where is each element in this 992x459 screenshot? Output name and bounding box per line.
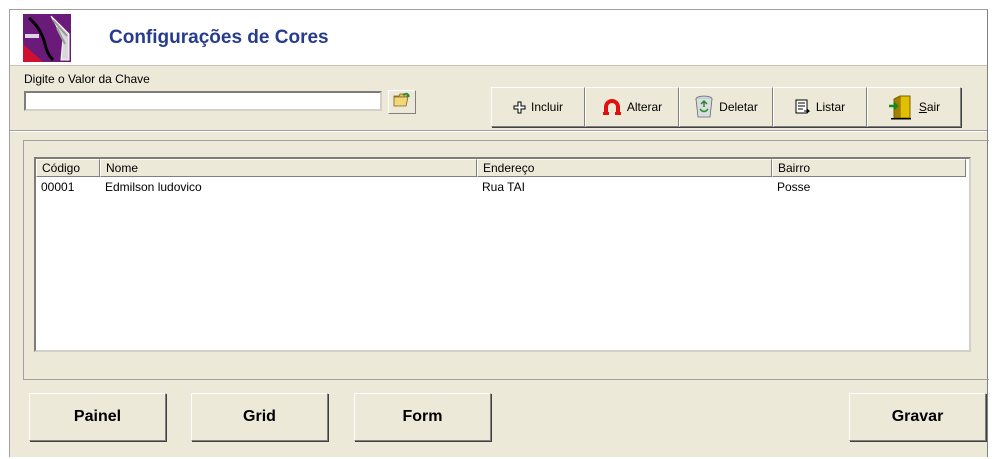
plus-icon xyxy=(513,101,526,114)
deletar-label: Deletar xyxy=(719,100,758,114)
incluir-label: Incluir xyxy=(530,100,563,114)
column-bairro[interactable]: Bairro xyxy=(772,159,966,177)
alterar-button[interactable]: Alterar xyxy=(585,87,679,127)
gravar-button[interactable]: Gravar xyxy=(849,393,986,441)
search-label: Digite o Valor da Chave xyxy=(24,72,150,86)
exit-door-icon xyxy=(888,94,914,120)
incluir-button[interactable]: Incluir xyxy=(491,87,585,127)
column-endereco[interactable]: Endereço xyxy=(477,159,772,177)
form-button[interactable]: Form xyxy=(354,393,491,441)
recycle-bin-icon xyxy=(694,95,714,119)
table-row[interactable]: 00001 Edmilson ludovico Rua TAI Posse xyxy=(36,179,969,195)
list-header: Código Nome Endereço Bairro xyxy=(36,159,969,177)
listar-label: Listar xyxy=(815,100,846,114)
deletar-button[interactable]: Deletar xyxy=(679,87,773,127)
horseshoe-icon xyxy=(602,98,622,116)
cell-bairro: Posse xyxy=(777,180,811,194)
cell-nome: Edmilson ludovico xyxy=(105,180,202,194)
header-bar: Configurações de Cores xyxy=(10,10,987,66)
page-title: Configurações de Cores xyxy=(109,27,329,48)
sair-button[interactable]: Sair xyxy=(867,87,961,127)
app-logo-icon xyxy=(23,14,71,62)
records-list[interactable]: Código Nome Endereço Bairro 00001 Edmils… xyxy=(34,157,971,352)
column-codigo[interactable]: Código xyxy=(36,159,100,177)
list-document-icon xyxy=(795,99,811,115)
main-window: Configurações de Cores Digite o Valor da… xyxy=(9,9,989,457)
column-nome[interactable]: Nome xyxy=(100,159,477,177)
cell-codigo: 00001 xyxy=(41,180,75,194)
search-input[interactable] xyxy=(24,91,382,111)
listar-button[interactable]: Listar xyxy=(773,87,867,127)
open-button[interactable] xyxy=(388,90,416,114)
painel-button[interactable]: Painel xyxy=(29,393,166,441)
folder-open-icon xyxy=(393,92,411,113)
cell-endereco: Rua TAI xyxy=(482,180,525,194)
grid-button[interactable]: Grid xyxy=(191,393,328,441)
sair-label: Sair xyxy=(918,100,941,114)
toolbar-divider xyxy=(10,130,987,132)
alterar-label: Alterar xyxy=(626,100,663,114)
